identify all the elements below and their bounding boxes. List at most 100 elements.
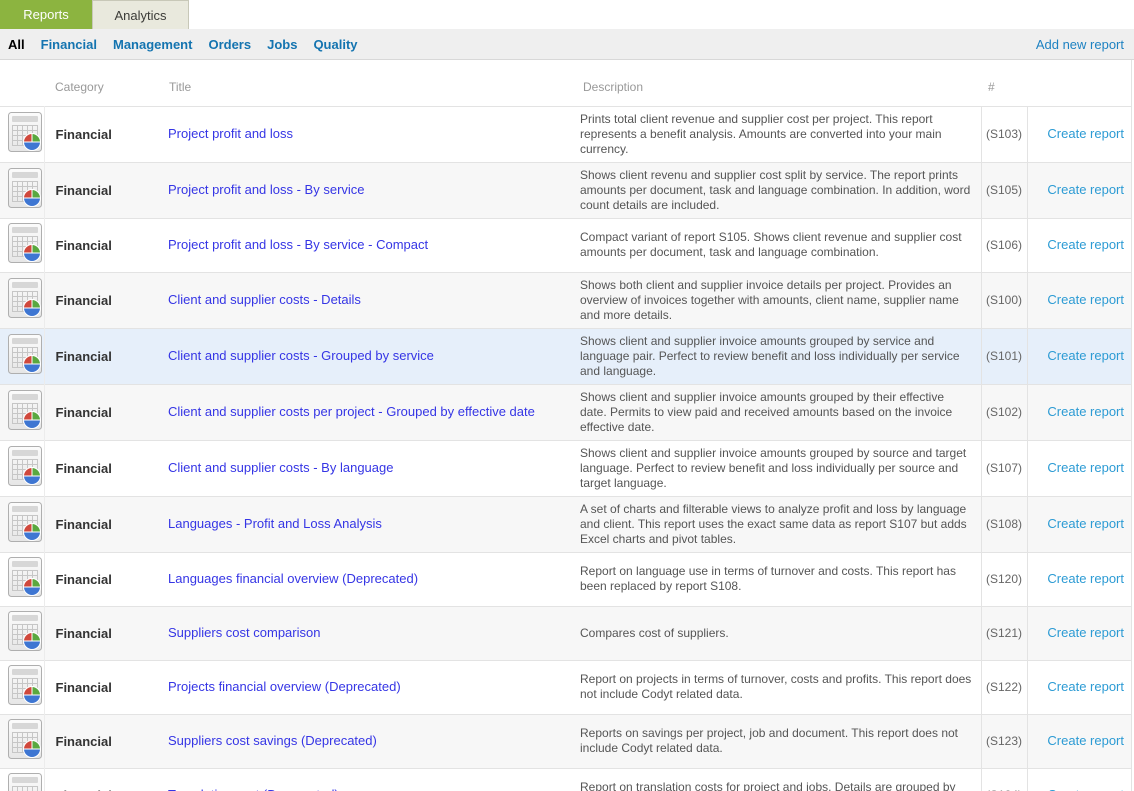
report-title-link[interactable]: Languages - Profit and Loss Analysis: [168, 516, 382, 531]
report-category: Financial: [44, 496, 158, 552]
create-report-link[interactable]: Create report: [1047, 182, 1124, 197]
report-category: Financial: [44, 106, 158, 162]
table-row[interactable]: Financial Projects financial overview (D…: [0, 660, 1131, 714]
table-header: Category Title Description #: [0, 60, 1131, 106]
report-chart-icon: [8, 278, 42, 318]
table-row[interactable]: Financial Project profit and loss Prints…: [0, 106, 1131, 162]
report-number: (S102): [981, 384, 1027, 440]
report-category: Financial: [44, 552, 158, 606]
create-report-link[interactable]: Create report: [1047, 571, 1124, 586]
create-report-link[interactable]: Create report: [1047, 679, 1124, 694]
report-title-link[interactable]: Client and supplier costs - Grouped by s…: [168, 348, 434, 363]
report-category: Financial: [44, 218, 158, 272]
filter-jobs[interactable]: Jobs: [267, 37, 297, 52]
report-description: Report on language use in terms of turno…: [572, 552, 981, 606]
create-report-link[interactable]: Create report: [1047, 516, 1124, 531]
report-number: (S100): [981, 272, 1027, 328]
report-description: A set of charts and filterable views to …: [572, 496, 981, 552]
report-number: (S121): [981, 606, 1027, 660]
create-report-link[interactable]: Create report: [1047, 404, 1124, 419]
report-number: (S101): [981, 328, 1027, 384]
report-chart-icon: [8, 611, 42, 651]
table-row[interactable]: Financial Suppliers cost comparison Comp…: [0, 606, 1131, 660]
report-number: (S124): [981, 768, 1027, 791]
report-title-link[interactable]: Project profit and loss - By service - C…: [168, 237, 428, 252]
report-description: Compares cost of suppliers.: [572, 606, 981, 660]
report-category: Financial: [44, 660, 158, 714]
report-title-link[interactable]: Suppliers cost savings (Deprecated): [168, 733, 377, 748]
report-title-link[interactable]: Languages financial overview (Deprecated…: [168, 571, 418, 586]
reports-table: Category Title Description #: [0, 60, 1131, 791]
report-title-link[interactable]: Translation cost (Deprecated): [168, 787, 339, 791]
create-report-link[interactable]: Create report: [1047, 292, 1124, 307]
report-description: Shows client and supplier invoice amount…: [572, 328, 981, 384]
report-title-link[interactable]: Client and supplier costs - By language: [168, 460, 393, 475]
create-report-link[interactable]: Create report: [1047, 460, 1124, 475]
report-title-link[interactable]: Suppliers cost comparison: [168, 625, 320, 640]
report-title-link[interactable]: Project profit and loss: [168, 126, 293, 141]
table-row[interactable]: Financial Client and supplier costs - By…: [0, 440, 1131, 496]
report-chart-icon: [8, 773, 42, 791]
report-number: (S106): [981, 218, 1027, 272]
table-row[interactable]: Financial Client and supplier costs - De…: [0, 272, 1131, 328]
table-row[interactable]: Financial Client and supplier costs per …: [0, 384, 1131, 440]
report-chart-icon: [8, 446, 42, 486]
report-title-link[interactable]: Client and supplier costs per project - …: [168, 404, 535, 419]
filter-financial[interactable]: Financial: [41, 37, 97, 52]
create-report-link[interactable]: Create report: [1047, 733, 1124, 748]
create-report-link[interactable]: Create report: [1047, 348, 1124, 363]
report-number: (S108): [981, 496, 1027, 552]
create-report-link[interactable]: Create report: [1047, 787, 1124, 791]
report-description: Shows client revenu and supplier cost sp…: [572, 162, 981, 218]
create-report-link[interactable]: Create report: [1047, 237, 1124, 252]
report-chart-icon: [8, 223, 42, 263]
report-description: Report on translation costs for project …: [572, 768, 981, 791]
filter-management[interactable]: Management: [113, 37, 192, 52]
create-report-link[interactable]: Create report: [1047, 625, 1124, 640]
add-new-report-link[interactable]: Add new report: [1036, 37, 1124, 52]
filter-bar: All Financial Management Orders Jobs Qua…: [0, 29, 1134, 60]
header-category: Category: [44, 60, 158, 106]
tab-analytics[interactable]: Analytics: [92, 0, 189, 29]
report-description: Compact variant of report S105. Shows cl…: [572, 218, 981, 272]
report-description: Shows both client and supplier invoice d…: [572, 272, 981, 328]
report-chart-icon: [8, 557, 42, 597]
report-title-link[interactable]: Client and supplier costs - Details: [168, 292, 361, 307]
header-number: #: [981, 60, 1027, 106]
report-category: Financial: [44, 606, 158, 660]
table-row[interactable]: Financial Project profit and loss - By s…: [0, 162, 1131, 218]
report-number: (S107): [981, 440, 1027, 496]
report-category: Financial: [44, 328, 158, 384]
report-category: Financial: [44, 384, 158, 440]
table-row[interactable]: Financial Languages financial overview (…: [0, 552, 1131, 606]
report-description: Shows client and supplier invoice amount…: [572, 384, 981, 440]
report-chart-icon: [8, 502, 42, 542]
table-row[interactable]: Financial Suppliers cost savings (Deprec…: [0, 714, 1131, 768]
report-title-link[interactable]: Projects financial overview (Deprecated): [168, 679, 401, 694]
report-category: Financial: [44, 768, 158, 791]
report-description: Report on projects in terms of turnover,…: [572, 660, 981, 714]
table-row[interactable]: Financial Client and supplier costs - Gr…: [0, 328, 1131, 384]
reports-table-container: Category Title Description #: [0, 60, 1132, 791]
header-title: Title: [158, 60, 572, 106]
report-number: (S105): [981, 162, 1027, 218]
report-description: Shows client and supplier invoice amount…: [572, 440, 981, 496]
report-chart-icon: [8, 334, 42, 374]
report-chart-icon: [8, 665, 42, 705]
reports-table-body: Financial Project profit and loss Prints…: [0, 106, 1131, 791]
tab-reports[interactable]: Reports: [0, 0, 92, 29]
filter-all[interactable]: All: [8, 37, 25, 52]
filter-quality[interactable]: Quality: [313, 37, 357, 52]
report-chart-icon: [8, 168, 42, 208]
filter-orders[interactable]: Orders: [208, 37, 251, 52]
report-number: (S122): [981, 660, 1027, 714]
report-category: Financial: [44, 272, 158, 328]
report-description: Prints total client revenue and supplier…: [572, 106, 981, 162]
table-row[interactable]: Financial Translation cost (Deprecated) …: [0, 768, 1131, 791]
create-report-link[interactable]: Create report: [1047, 126, 1124, 141]
report-number: (S123): [981, 714, 1027, 768]
report-title-link[interactable]: Project profit and loss - By service: [168, 182, 365, 197]
report-category: Financial: [44, 440, 158, 496]
table-row[interactable]: Financial Project profit and loss - By s…: [0, 218, 1131, 272]
table-row[interactable]: Financial Languages - Profit and Loss An…: [0, 496, 1131, 552]
